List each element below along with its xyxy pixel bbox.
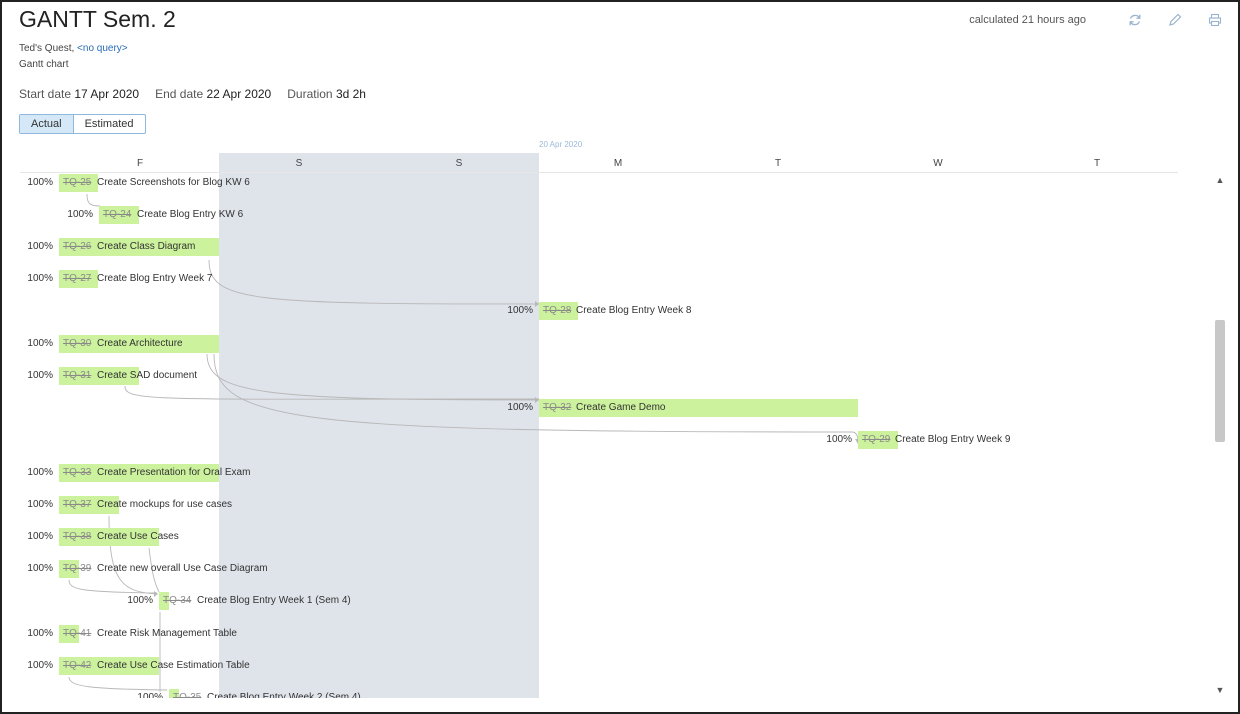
query-link[interactable]: <no query>: [77, 43, 128, 54]
task-name[interactable]: Create Presentation for Oral Exam: [97, 467, 250, 478]
task-key[interactable]: TQ-24: [103, 209, 131, 220]
edit-icon[interactable]: [1164, 12, 1186, 28]
task-progress: 100%: [27, 563, 53, 574]
task-key[interactable]: TQ-27: [63, 273, 91, 284]
date-summary: Start date 17 Apr 2020 End date 22 Apr 2…: [19, 87, 366, 101]
task-key[interactable]: TQ-39: [63, 563, 91, 574]
task-progress: 100%: [826, 434, 852, 445]
task-name[interactable]: Create Risk Management Table: [97, 628, 237, 639]
task-key[interactable]: TQ-29: [862, 434, 890, 445]
task-progress: 100%: [27, 370, 53, 381]
task-name[interactable]: Create Screenshots for Blog KW 6: [97, 177, 250, 188]
header-actions: calculated 21 hours ago: [969, 12, 1226, 28]
task-progress: 100%: [27, 499, 53, 510]
actual-toggle-button[interactable]: Actual: [20, 115, 74, 133]
task-progress: 100%: [27, 660, 53, 671]
task-name[interactable]: Create Blog Entry Week 8: [576, 305, 691, 316]
task-progress: 100%: [127, 595, 153, 606]
task-name[interactable]: Create Game Demo: [576, 402, 665, 413]
task-name[interactable]: Create Blog Entry Week 7: [97, 273, 212, 284]
duration-label: Duration: [287, 87, 333, 101]
task-name[interactable]: Create Architecture: [97, 338, 183, 349]
task-key[interactable]: TQ-31: [63, 370, 91, 381]
scrollbar-thumb[interactable]: [1215, 320, 1225, 442]
task-key[interactable]: TQ-38: [63, 531, 91, 542]
duration-value: 3d 2h: [335, 87, 366, 101]
refresh-icon[interactable]: [1124, 12, 1146, 28]
duration: Duration 3d 2h: [287, 87, 366, 101]
task-key[interactable]: TQ-26: [63, 241, 91, 252]
task-key[interactable]: TQ-32: [543, 402, 571, 413]
task-progress: 100%: [27, 273, 53, 284]
task-progress: 100%: [27, 338, 53, 349]
start-date-label: Start date: [19, 87, 72, 101]
end-date: End date 22 Apr 2020: [155, 87, 271, 101]
end-date-label: End date: [155, 87, 204, 101]
task-name[interactable]: Create Use Cases: [97, 531, 179, 542]
task-key[interactable]: TQ-34: [163, 595, 191, 606]
calculated-time: calculated 21 hours ago: [969, 14, 1086, 26]
task-progress: 100%: [27, 241, 53, 252]
estimated-toggle-button[interactable]: Estimated: [74, 115, 145, 133]
task-progress: 100%: [27, 467, 53, 478]
task-key[interactable]: TQ-35: [173, 692, 201, 698]
scroll-down-icon[interactable]: ▼: [1213, 684, 1227, 696]
chart-kind: Gantt chart: [19, 59, 69, 70]
task-name[interactable]: Create mockups for use cases: [97, 499, 232, 510]
chart-scrollbar[interactable]: ▲ ▼: [1213, 172, 1227, 698]
task-key[interactable]: TQ-42: [63, 660, 91, 671]
task-progress: 100%: [507, 402, 533, 413]
subtitle: Ted's Quest, <no query>: [19, 43, 128, 54]
task-key[interactable]: TQ-28: [543, 305, 571, 316]
task-name[interactable]: Create Blog Entry Week 1 (Sem 4): [197, 595, 351, 606]
mode-toggle: Actual Estimated: [19, 114, 146, 134]
task-key[interactable]: TQ-37: [63, 499, 91, 510]
task-key[interactable]: TQ-30: [63, 338, 91, 349]
task-name[interactable]: Create Class Diagram: [97, 241, 195, 252]
task-progress: 100%: [67, 209, 93, 220]
task-name[interactable]: Create Blog Entry Week 2 (Sem 4): [207, 692, 361, 698]
scroll-up-icon[interactable]: ▲: [1213, 174, 1227, 186]
task-name[interactable]: Create new overall Use Case Diagram: [97, 563, 268, 574]
print-icon[interactable]: [1204, 12, 1226, 28]
task-name[interactable]: Create Blog Entry KW 6: [137, 209, 243, 220]
project-name: Ted's Quest,: [19, 43, 78, 54]
task-progress: 100%: [137, 692, 163, 698]
task-progress: 100%: [27, 531, 53, 542]
task-name[interactable]: Create Blog Entry Week 9: [895, 434, 1010, 445]
end-date-value: 22 Apr 2020: [206, 87, 272, 101]
task-progress: 100%: [27, 628, 53, 639]
task-progress: 100%: [507, 305, 533, 316]
task-name[interactable]: Create Use Case Estimation Table: [97, 660, 250, 671]
gantt-window: GANTT Sem. 2 Ted's Quest, <no query> Gan…: [0, 0, 1240, 714]
task-progress: 100%: [27, 177, 53, 188]
start-date-value: 17 Apr 2020: [74, 87, 140, 101]
task-key[interactable]: TQ-33: [63, 467, 91, 478]
start-date: Start date 17 Apr 2020: [19, 87, 139, 101]
task-key[interactable]: TQ-25: [63, 177, 91, 188]
page-title: GANTT Sem. 2: [19, 6, 176, 32]
task-key[interactable]: TQ-41: [63, 628, 91, 639]
gantt-chart: 20 Apr 2020 F S S M T W T 100% TQ-25 Cre…: [2, 132, 1182, 698]
task-name[interactable]: Create SAD document: [97, 370, 197, 381]
